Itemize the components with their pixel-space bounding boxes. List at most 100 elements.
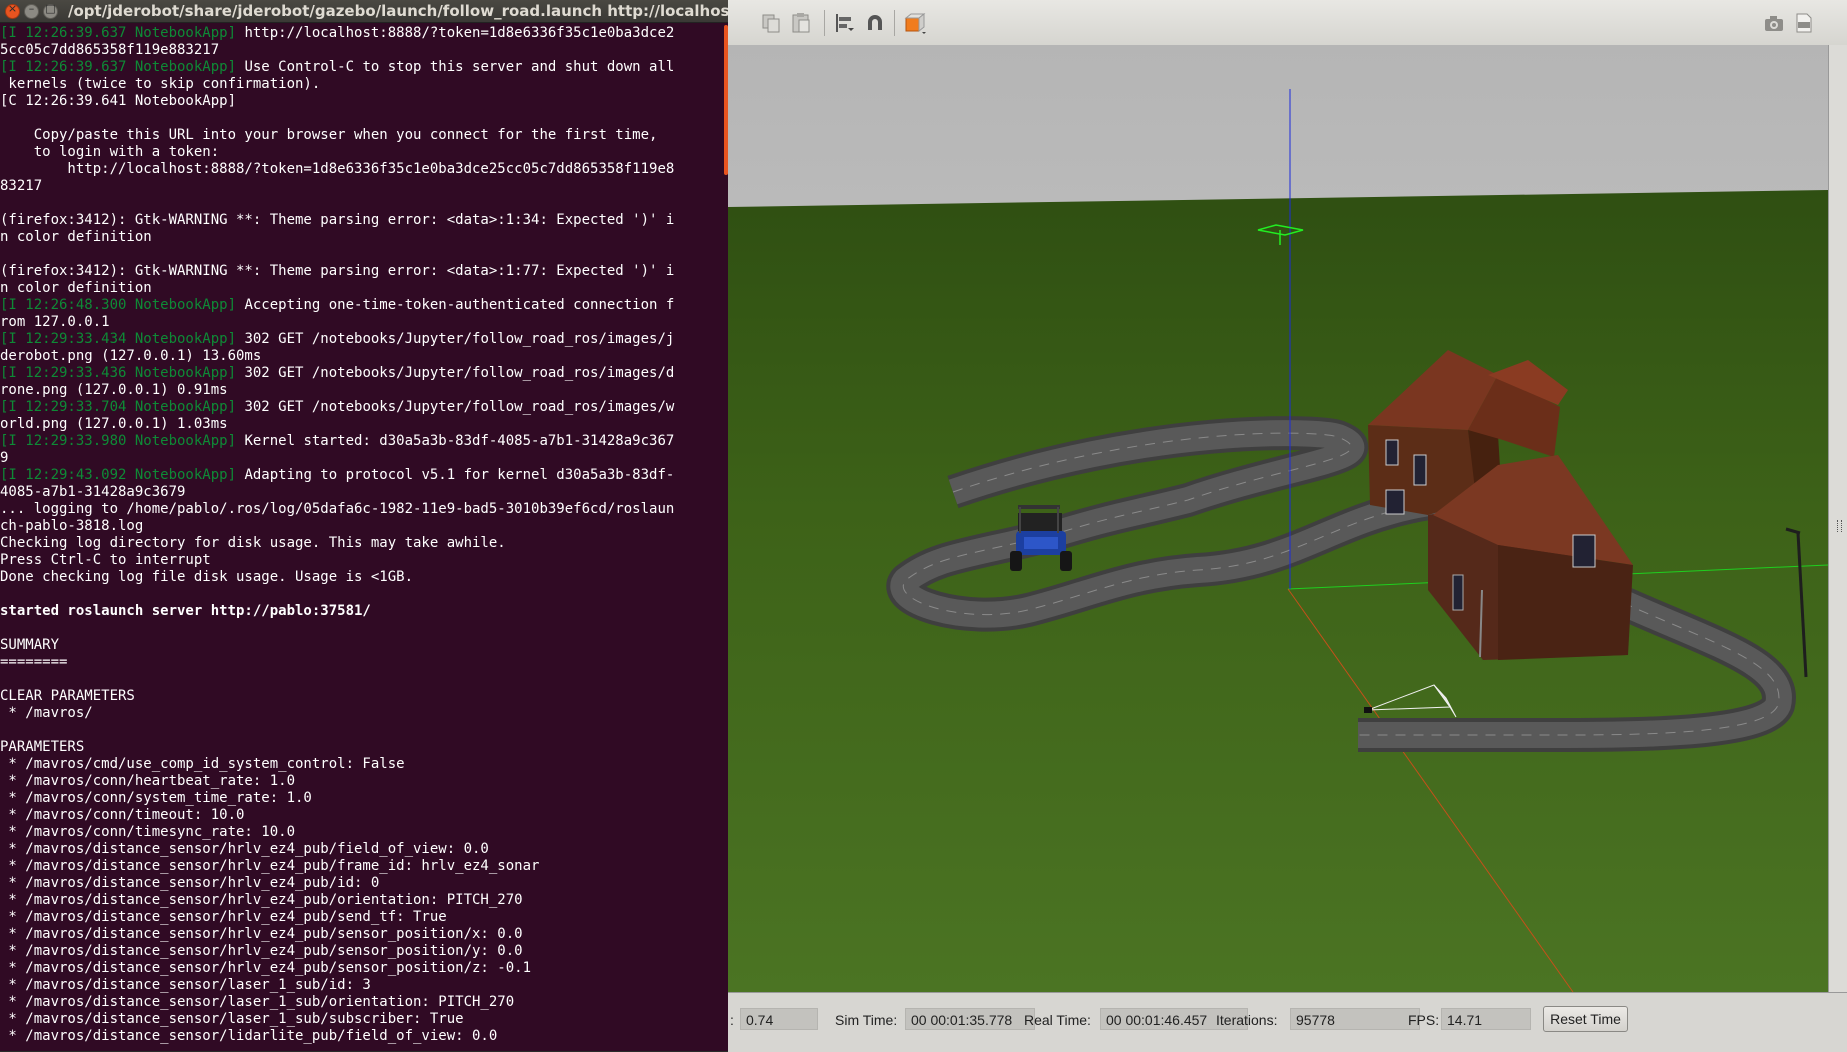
log-text: SUMMARY	[0, 637, 60, 653]
terminal-window[interactable]: × – □ /opt/jderobot/share/jderobot/gazeb…	[0, 0, 728, 1051]
terminal-line: * /mavros/distance_sensor/hrlv_ez4_pub/o…	[0, 892, 728, 909]
iterations-value: 95778	[1290, 1008, 1420, 1030]
terminal-line: n color definition	[0, 280, 728, 297]
log-text: 9	[0, 450, 9, 466]
log-text: Press Ctrl-C to interrupt	[0, 552, 211, 568]
log-text: n color definition	[0, 229, 152, 245]
terminal-line: * /mavros/distance_sensor/laser_1_sub/or…	[0, 994, 728, 1011]
log-text: to login with a token:	[0, 144, 220, 160]
terminal-line: rone.png (127.0.0.1) 0.91ms	[0, 382, 728, 399]
log-text: (firefox:3412): Gtk-WARNING **: Theme pa…	[0, 212, 675, 228]
fps-value: 14.71	[1441, 1008, 1531, 1030]
scene-render	[728, 45, 1828, 992]
sim-time-label: Sim Time:	[835, 1012, 898, 1028]
log-text: (firefox:3412): Gtk-WARNING **: Theme pa…	[0, 263, 675, 279]
terminal-line: ch-pablo-3818.log	[0, 518, 728, 535]
log-text: ch-pablo-3818.log	[0, 518, 144, 534]
terminal-line: * /mavros/distance_sensor/hrlv_ez4_pub/s…	[0, 943, 728, 960]
log-text: * /mavros/conn/timeout: 10.0	[0, 807, 245, 823]
terminal-line: SUMMARY	[0, 637, 728, 654]
log-text: * /mavros/distance_sensor/hrlv_ez4_pub/s…	[0, 943, 523, 959]
log-text: Checking log directory for disk usage. T…	[0, 535, 506, 551]
terminal-line: [I 12:26:39.637 NotebookApp] http://loca…	[0, 25, 728, 42]
log-text: * /mavros/conn/heartbeat_rate: 1.0	[0, 773, 296, 789]
log-text: 4085-a7b1-31428a9c3679	[0, 484, 186, 500]
gazebo-toolbar	[728, 0, 1847, 46]
terminal-output[interactable]: [I 12:26:39.637 NotebookApp] http://loca…	[0, 25, 728, 1051]
terminal-line: (firefox:3412): Gtk-WARNING **: Theme pa…	[0, 212, 728, 229]
log-text: rone.png (127.0.0.1) 0.91ms	[0, 382, 228, 398]
shapes-icon[interactable]	[904, 12, 926, 34]
terminal-line: [I 12:29:43.092 NotebookApp] Adapting to…	[0, 467, 728, 484]
terminal-line: [I 12:29:33.980 NotebookApp] Kernel star…	[0, 433, 728, 450]
log-text: 302 GET /notebooks/Jupyter/follow_road_r…	[236, 331, 675, 347]
terminal-line: [I 12:29:33.434 NotebookApp] 302 GET /no…	[0, 331, 728, 348]
terminal-line: 83217	[0, 178, 728, 195]
camera-icon[interactable]	[1763, 12, 1785, 34]
simulation-status-bar: : 0.74 Sim Time: 00 00:01:35.778 Real Ti…	[728, 992, 1847, 1052]
simulation-viewport[interactable]	[728, 45, 1828, 992]
log-text: * /mavros/distance_sensor/hrlv_ez4_pub/i…	[0, 875, 380, 891]
log-text: * /mavros/distance_sensor/lidarlite_pub/…	[0, 1028, 498, 1044]
log-text: derobot.png (127.0.0.1) 13.60ms	[0, 348, 262, 364]
terminal-line: [I 12:29:33.436 NotebookApp] 302 GET /no…	[0, 365, 728, 382]
terminal-line: Checking log directory for disk usage. T…	[0, 535, 728, 552]
log-text: * /mavros/distance_sensor/laser_1_sub/or…	[0, 994, 515, 1010]
terminal-line: derobot.png (127.0.0.1) 13.60ms	[0, 348, 728, 365]
terminal-line: (firefox:3412): Gtk-WARNING **: Theme pa…	[0, 263, 728, 280]
terminal-line: * /mavros/distance_sensor/hrlv_ez4_pub/f…	[0, 841, 728, 858]
terminal-line: * /mavros/distance_sensor/laser_1_sub/su…	[0, 1011, 728, 1028]
log-text: 302 GET /notebooks/Jupyter/follow_road_r…	[236, 365, 675, 381]
maximize-icon: □	[45, 2, 56, 15]
align-icon[interactable]	[834, 12, 856, 34]
log-text: Use Control-C to stop this server and sh…	[236, 59, 675, 75]
paste-icon[interactable]	[790, 12, 812, 34]
terminal-line: started roslaunch server http://pablo:37…	[0, 603, 728, 620]
terminal-line: to login with a token:	[0, 144, 728, 161]
log-text: Adapting to protocol v5.1 for kernel d30…	[236, 467, 675, 483]
log-text: * /mavros/distance_sensor/hrlv_ez4_pub/f…	[0, 858, 540, 874]
copy-icon[interactable]	[760, 12, 782, 34]
log-text: ... logging to /home/pablo/.ros/log/05da…	[0, 501, 675, 517]
snap-icon[interactable]	[864, 12, 886, 34]
log-text: * /mavros/cmd/use_comp_id_system_control…	[0, 756, 405, 772]
terminal-line: n color definition	[0, 229, 728, 246]
terminal-line: * /mavros/distance_sensor/hrlv_ez4_pub/s…	[0, 926, 728, 943]
terminal-line: CLEAR PARAMETERS	[0, 688, 728, 705]
log-prefix: [I 12:29:43.092 NotebookApp]	[0, 467, 237, 483]
log-text: * /mavros/distance_sensor/laser_1_sub/id…	[0, 977, 371, 993]
log-prefix: [I 12:29:33.434 NotebookApp]	[0, 331, 237, 347]
terminal-line: rom 127.0.0.1	[0, 314, 728, 331]
close-button[interactable]: ×	[5, 2, 20, 19]
log-text: * /mavros/	[0, 705, 93, 721]
terminal-line: [I 12:29:33.704 NotebookApp] 302 GET /no…	[0, 399, 728, 416]
maximize-button[interactable]: □	[43, 2, 58, 19]
log-text: * /mavros/distance_sensor/laser_1_sub/su…	[0, 1011, 464, 1027]
log-text: * /mavros/conn/system_time_rate: 1.0	[0, 790, 312, 806]
terminal-line: 4085-a7b1-31428a9c3679	[0, 484, 728, 501]
fps-label: FPS:	[1408, 1012, 1440, 1028]
log-text: http://localhost:8888/?token=1d8e6336f35…	[236, 25, 675, 41]
terminal-line: * /mavros/distance_sensor/hrlv_ez4_pub/f…	[0, 858, 728, 875]
log-prefix: [I 12:29:33.436 NotebookApp]	[0, 365, 237, 381]
terminal-line: * /mavros/conn/heartbeat_rate: 1.0	[0, 773, 728, 790]
terminal-titlebar[interactable]: × – □ /opt/jderobot/share/jderobot/gazeb…	[0, 0, 728, 23]
log-text: * /mavros/distance_sensor/hrlv_ez4_pub/o…	[0, 892, 523, 908]
log-prefix: [I 12:29:33.704 NotebookApp]	[0, 399, 237, 415]
minimize-icon: –	[28, 2, 35, 15]
reset-time-button[interactable]: Reset Time	[1543, 1006, 1628, 1032]
terminal-line: * /mavros/conn/timeout: 10.0	[0, 807, 728, 824]
terminal-line: * /mavros/cmd/use_comp_id_system_control…	[0, 756, 728, 773]
toolbar-separator	[894, 10, 895, 36]
log-text: CLEAR PARAMETERS	[0, 688, 135, 704]
log-text: * /mavros/conn/timesync_rate: 10.0	[0, 824, 296, 840]
terminal-line: 9	[0, 450, 728, 467]
terminal-line: [I 12:26:39.637 NotebookApp] Use Control…	[0, 59, 728, 76]
log-icon[interactable]	[1793, 12, 1815, 34]
minimize-button[interactable]: –	[24, 2, 39, 19]
right-panel-handle[interactable]	[1828, 45, 1847, 992]
